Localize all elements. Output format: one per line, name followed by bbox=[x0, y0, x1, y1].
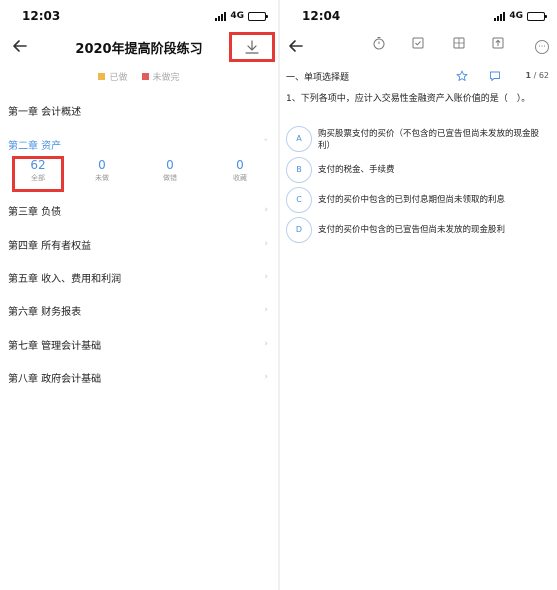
option-letter: B bbox=[286, 157, 312, 183]
chevron-right-icon: › bbox=[264, 372, 268, 382]
signal-icon bbox=[494, 11, 506, 21]
option-text: 支付的买价中包含的已宣告但尚未发放的现金股利 bbox=[318, 225, 506, 235]
stat-favorite[interactable]: 0 收藏 bbox=[220, 158, 260, 183]
stat-value: 0 bbox=[98, 158, 106, 172]
chapter-item-6[interactable]: 第六章 财务报表 › bbox=[8, 303, 268, 323]
question-screen: 12:04 4G ··· 一、单项选择题 1 / 62 1、下列各项中，应计入交… bbox=[280, 0, 557, 590]
status-time: 12:04 bbox=[302, 9, 341, 23]
all-count-highlight bbox=[12, 156, 64, 192]
legend: 已做 未做完 bbox=[0, 70, 278, 83]
option-b[interactable]: B 支付的税金、手续费 bbox=[286, 157, 549, 185]
signal-icon bbox=[215, 11, 227, 21]
chevron-right-icon: › bbox=[264, 272, 268, 282]
battery-icon bbox=[248, 11, 268, 21]
chapter-label: 第四章 所有者权益 bbox=[8, 241, 92, 252]
nav-bar: 2020年提高阶段练习 bbox=[0, 30, 278, 64]
question-header: 一、单项选择题 1 / 62 bbox=[286, 70, 551, 86]
stat-wrong[interactable]: 0 做错 bbox=[150, 158, 190, 183]
legend-swatch bbox=[141, 73, 149, 80]
option-text: 购买股票支付的买价（不包含的已宣告但尚未发放的现金股利） bbox=[318, 129, 540, 151]
legend-item-done: 已做 bbox=[98, 70, 128, 83]
question-toolbar: ··· bbox=[280, 30, 557, 64]
question-counter: 1 / 62 bbox=[525, 71, 549, 80]
chapter-item-2[interactable]: 第二章 资产 ˆ bbox=[8, 137, 268, 157]
stat-value: 0 bbox=[236, 158, 244, 172]
chapter-label: 第八章 政府会计基础 bbox=[8, 374, 102, 385]
option-a[interactable]: A 购买股票支付的买价（不包含的已宣告但尚未发放的现金股利） bbox=[286, 126, 549, 154]
chapter-item-5[interactable]: 第五章 收入、费用和利润 › bbox=[8, 270, 268, 290]
stat-undone[interactable]: 0 未做 bbox=[82, 158, 122, 183]
option-text: 支付的买价中包含的已到付息期但尚未领取的利息 bbox=[318, 195, 506, 205]
chevron-up-icon: ˆ bbox=[263, 139, 269, 149]
network-label: 4G bbox=[230, 11, 244, 21]
timer-icon[interactable] bbox=[372, 36, 386, 50]
stat-label: 未做 bbox=[95, 174, 109, 182]
status-bar: 12:04 4G bbox=[280, 0, 557, 34]
stat-value: 0 bbox=[166, 158, 174, 172]
submit-icon[interactable] bbox=[491, 36, 505, 50]
option-c[interactable]: C 支付的买价中包含的已到付息期但尚未领取的利息 bbox=[286, 187, 549, 215]
chapter-item-7[interactable]: 第七章 管理会计基础 › bbox=[8, 337, 268, 357]
question-text: 1、下列各项中，应计入交易性金融资产入账价值的是（ ）。 bbox=[286, 94, 531, 104]
chapter-list-screen: 12:03 4G 2020年提高阶段练习 已做 未做完 第一章 会计概述 第二章… bbox=[0, 0, 278, 590]
chevron-right-icon: › bbox=[264, 205, 268, 215]
option-letter: D bbox=[286, 217, 312, 243]
option-letter: A bbox=[286, 126, 312, 152]
counter-total: / 62 bbox=[533, 71, 549, 80]
chapter-label: 第三章 负债 bbox=[8, 207, 62, 218]
grid-icon[interactable] bbox=[452, 36, 466, 50]
legend-label: 已做 bbox=[109, 73, 128, 83]
chapter-label: 第一章 会计概述 bbox=[8, 107, 82, 118]
legend-swatch bbox=[98, 73, 106, 80]
chapter-label: 第二章 资产 bbox=[8, 141, 62, 152]
chapter-label: 第七章 管理会计基础 bbox=[8, 341, 102, 352]
chevron-right-icon: › bbox=[264, 239, 268, 249]
stat-label: 做错 bbox=[163, 174, 177, 182]
battery-icon bbox=[527, 11, 547, 21]
chapter-item-8[interactable]: 第八章 政府会计基础 › bbox=[8, 370, 268, 390]
status-time: 12:03 bbox=[22, 9, 61, 23]
legend-item-unfinished: 未做完 bbox=[141, 70, 180, 83]
stat-label: 收藏 bbox=[233, 174, 247, 182]
chapter-item-1[interactable]: 第一章 会计概述 bbox=[8, 103, 268, 123]
chevron-right-icon: › bbox=[264, 339, 268, 349]
option-letter: C bbox=[286, 187, 312, 213]
download-icon[interactable] bbox=[244, 39, 260, 55]
option-d[interactable]: D 支付的买价中包含的已宣告但尚未发放的现金股利 bbox=[286, 217, 549, 245]
chapter-item-3[interactable]: 第三章 负债 › bbox=[8, 203, 268, 223]
chapter-label: 第六章 财务报表 bbox=[8, 307, 82, 318]
answer-sheet-icon[interactable] bbox=[411, 36, 425, 50]
option-text: 支付的税金、手续费 bbox=[318, 165, 395, 175]
legend-label: 未做完 bbox=[152, 73, 180, 83]
network-label: 4G bbox=[509, 11, 523, 21]
star-icon[interactable] bbox=[456, 70, 468, 82]
chapter-item-4[interactable]: 第四章 所有者权益 › bbox=[8, 237, 268, 257]
comment-icon[interactable] bbox=[489, 70, 501, 82]
more-options-icon[interactable]: ··· bbox=[535, 40, 549, 54]
chapter-label: 第五章 收入、费用和利润 bbox=[8, 274, 122, 285]
section-title: 一、单项选择题 bbox=[286, 73, 350, 83]
back-arrow-icon[interactable] bbox=[286, 36, 306, 56]
status-bar: 12:03 4G bbox=[0, 0, 278, 34]
status-indicators: 4G bbox=[215, 11, 268, 21]
chevron-right-icon: › bbox=[264, 305, 268, 315]
download-highlight[interactable] bbox=[229, 32, 275, 62]
status-indicators: 4G bbox=[494, 11, 547, 21]
counter-current: 1 bbox=[525, 71, 532, 80]
